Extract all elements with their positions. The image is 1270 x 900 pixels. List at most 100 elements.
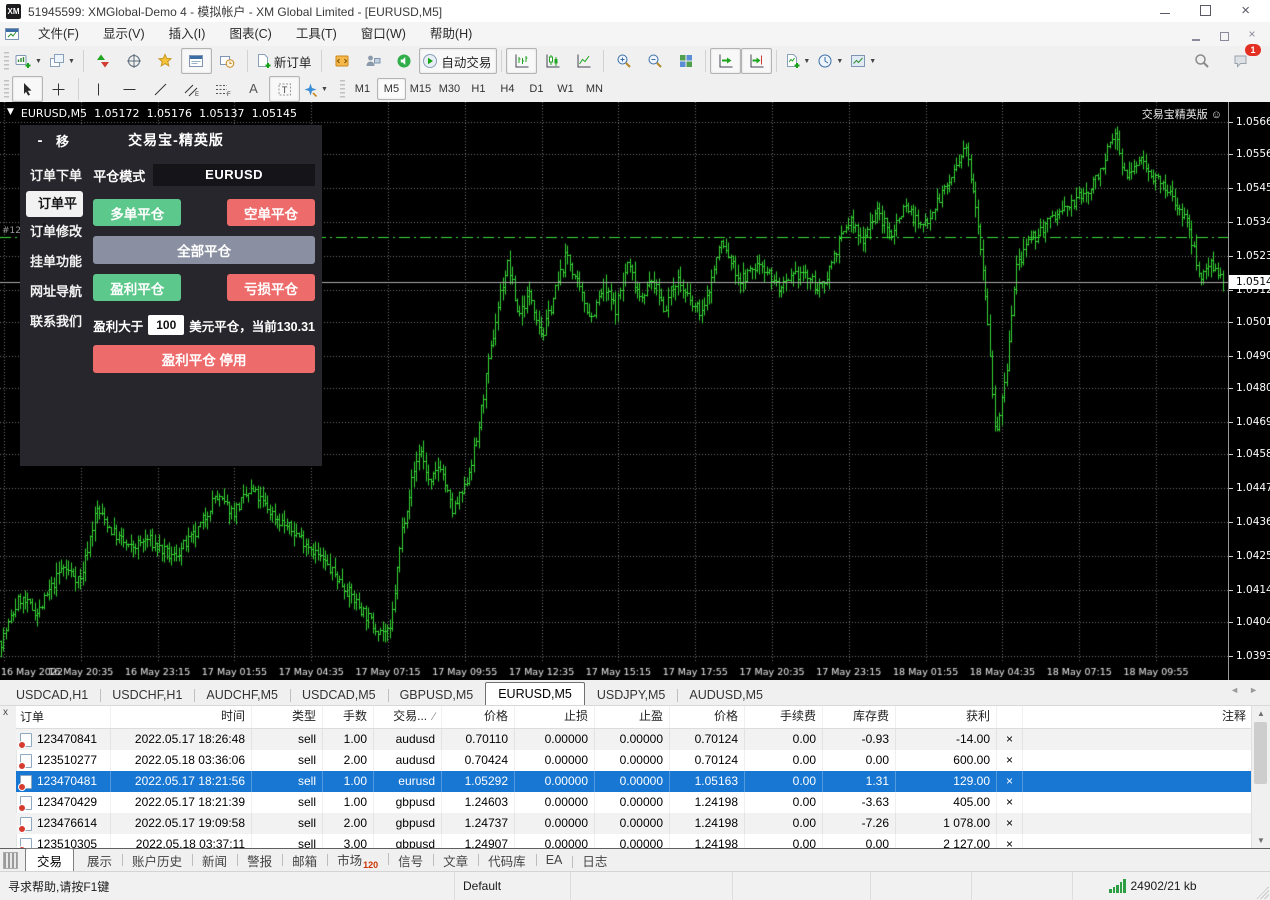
tabs-scroll-left-icon[interactable]: ◄	[1230, 685, 1239, 695]
periods-button[interactable]: ▼	[814, 48, 847, 74]
zoom-in-button[interactable]	[608, 48, 639, 74]
menu-window[interactable]: 窗口(W)	[349, 23, 418, 46]
chart-shift-button[interactable]	[741, 48, 772, 74]
menu-tools[interactable]: 工具(T)	[284, 23, 349, 46]
autotrading-button[interactable]: 自动交易	[419, 48, 497, 74]
new-order-button[interactable]: 新订单	[252, 48, 318, 74]
ea-menu-item[interactable]: 挂单功能	[20, 247, 91, 277]
templates-button[interactable]: ▼	[847, 48, 880, 74]
terminal-tab[interactable]: 代码库	[478, 849, 536, 872]
terminal-tab[interactable]: 信号	[388, 849, 433, 872]
tabs-scroll-right-icon[interactable]: ►	[1249, 685, 1258, 695]
terminal-tab[interactable]: EA	[536, 851, 573, 869]
order-row[interactable]: 123470481 2022.05.17 18:21:56 sell 1.00 …	[16, 771, 1252, 792]
chart-tab[interactable]: AUDCHF,M5	[194, 685, 290, 705]
timeframe-mn-button[interactable]: MN	[580, 78, 609, 100]
col-lots[interactable]: 手数	[322, 706, 373, 728]
timeframe-w1-button[interactable]: W1	[551, 78, 580, 100]
timeframe-m1-button[interactable]: M1	[348, 78, 377, 100]
order-close-button[interactable]: ×	[996, 813, 1022, 834]
cursor-tool-button[interactable]	[12, 76, 43, 102]
chart-tab[interactable]: USDCAD,H1	[4, 685, 100, 705]
timeframe-m15-button[interactable]: M15	[406, 78, 435, 100]
trendline-tool-button[interactable]	[145, 76, 176, 102]
terminal-tab[interactable]: 交易	[25, 848, 74, 873]
order-row[interactable]: 123470429 2022.05.17 18:21:39 sell 1.00 …	[16, 792, 1252, 813]
scrollbar-thumb[interactable]	[1254, 722, 1267, 784]
arrows-dropdown[interactable]: ▼	[321, 86, 328, 93]
terminal-tab[interactable]: 账户历史	[122, 849, 192, 872]
order-row[interactable]: 123470841 2022.05.17 18:26:48 sell 1.00 …	[16, 729, 1252, 750]
close-profitable-button[interactable]: 盈利平仓	[93, 274, 181, 301]
menu-insert[interactable]: 插入(I)	[157, 23, 218, 46]
close-all-button[interactable]: 全部平仓	[93, 236, 315, 264]
ea-minimize-button[interactable]: -	[32, 132, 48, 149]
close-long-button[interactable]: 多单平仓	[93, 199, 181, 226]
terminal-button[interactable]	[181, 48, 212, 74]
toolbar-grip[interactable]	[4, 52, 9, 70]
chart-collapse-icon[interactable]: ▼	[7, 107, 14, 120]
profiles-button[interactable]: ▼	[46, 48, 79, 74]
status-profile[interactable]: Default	[455, 872, 571, 900]
ea-panel-header[interactable]: - 移 交易宝-精英版	[20, 125, 322, 155]
toolbar-grip[interactable]	[4, 80, 9, 98]
terminal-tab[interactable]: 日志	[572, 849, 617, 872]
profit-threshold-input[interactable]	[148, 315, 184, 335]
child-close-button[interactable]: ×	[1244, 28, 1260, 41]
arrows-tool-button[interactable]: ▼	[300, 76, 332, 102]
auto-scroll-button[interactable]	[710, 48, 741, 74]
scroll-up-icon[interactable]: ▲	[1252, 709, 1270, 718]
close-short-button[interactable]: 空单平仓	[227, 199, 315, 226]
chart-tab[interactable]: GBPUSD,M5	[388, 685, 486, 705]
sounds-button[interactable]	[388, 48, 419, 74]
navigator-button[interactable]	[150, 48, 181, 74]
col-comment[interactable]: 注释	[1022, 706, 1252, 728]
indicators-dropdown[interactable]: ▼	[803, 58, 810, 65]
close-mode-symbol-select[interactable]: EURUSD	[153, 164, 315, 186]
terminal-tab[interactable]: 警报	[237, 849, 282, 872]
profiles-dropdown[interactable]: ▼	[68, 58, 75, 65]
profit-close-toggle-button[interactable]: 盈利平仓 停用	[93, 345, 315, 373]
child-restore-button[interactable]	[1216, 28, 1232, 41]
ea-menu-item[interactable]: 订单平仓	[26, 191, 83, 217]
window-maximize-button[interactable]	[1200, 5, 1211, 18]
col-type[interactable]: 类型	[251, 706, 322, 728]
col-current-price[interactable]: 价格	[669, 706, 744, 728]
channel-tool-button[interactable]: E	[176, 76, 207, 102]
close-losing-button[interactable]: 亏损平仓	[227, 274, 315, 301]
col-profit[interactable]: 获利	[895, 706, 996, 728]
search-button[interactable]	[1186, 48, 1217, 74]
crosshair-tool-button[interactable]	[43, 76, 74, 102]
col-order[interactable]: 订单	[16, 706, 110, 728]
col-time[interactable]: 时间	[110, 706, 251, 728]
vertical-line-tool-button[interactable]	[83, 76, 114, 102]
zoom-out-button[interactable]	[639, 48, 670, 74]
order-close-button[interactable]: ×	[996, 834, 1022, 848]
timeframe-h4-button[interactable]: H4	[493, 78, 522, 100]
ea-menu-item[interactable]: 网址导航	[20, 277, 91, 307]
price-scale[interactable]: 1.056651.055601.054501.053401.052301.051…	[1228, 102, 1270, 680]
community-button[interactable]	[357, 48, 388, 74]
terminal-tab[interactable]: 邮箱	[282, 849, 327, 872]
ea-menu-item[interactable]: 联系我们	[20, 307, 91, 337]
chart-candles-button[interactable]	[537, 48, 568, 74]
order-row[interactable]: 123510277 2022.05.18 03:36:06 sell 2.00 …	[16, 750, 1252, 771]
templates-dropdown[interactable]: ▼	[869, 58, 876, 65]
menu-view[interactable]: 显示(V)	[91, 23, 157, 46]
col-stop-loss[interactable]: 止损	[514, 706, 594, 728]
col-price[interactable]: 价格	[441, 706, 514, 728]
window-minimize-button[interactable]	[1160, 5, 1170, 17]
ea-menu-item[interactable]: 订单下单	[20, 161, 91, 191]
order-close-button[interactable]: ×	[996, 771, 1022, 792]
resize-grip[interactable]	[1256, 886, 1269, 899]
terminal-tab[interactable]: 展示	[77, 849, 122, 872]
col-commission[interactable]: 手续费	[744, 706, 822, 728]
col-take-profit[interactable]: 止盈	[594, 706, 669, 728]
fibonacci-tool-button[interactable]: F	[207, 76, 238, 102]
scroll-down-icon[interactable]: ▼	[1252, 836, 1270, 845]
periods-dropdown[interactable]: ▼	[836, 58, 843, 65]
order-close-button[interactable]: ×	[996, 750, 1022, 771]
col-symbol[interactable]: 交易...∕	[373, 706, 441, 728]
order-close-button[interactable]: ×	[996, 729, 1022, 750]
chart-tab[interactable]: USDCAD,M5	[290, 685, 388, 705]
